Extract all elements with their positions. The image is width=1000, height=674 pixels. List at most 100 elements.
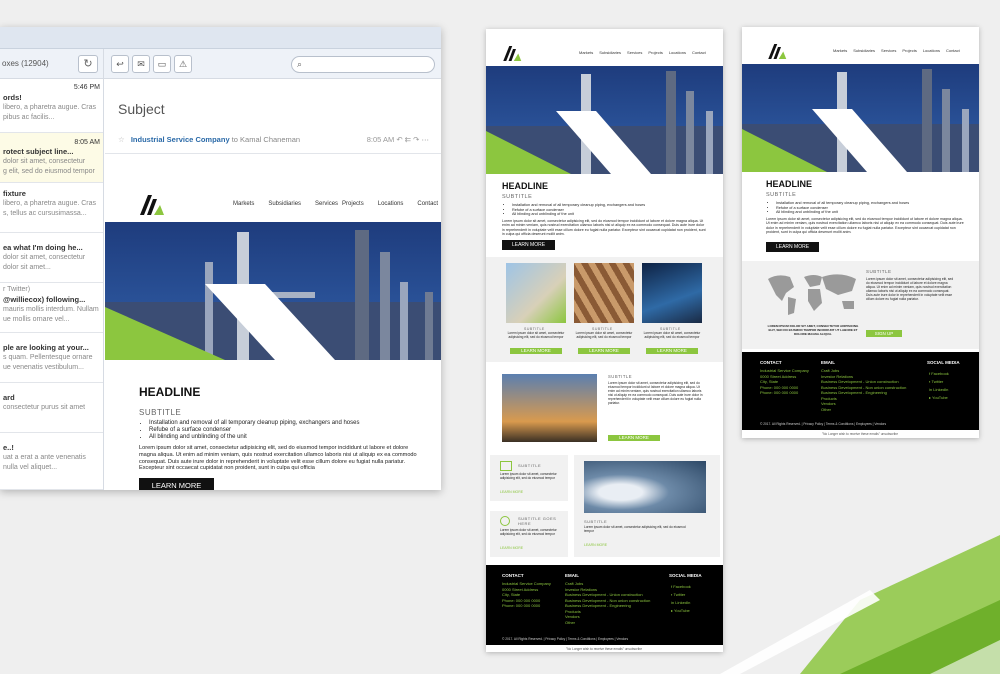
nav-contact[interactable]: Contact <box>692 50 706 55</box>
forward-icon[interactable]: ↷ <box>413 135 419 144</box>
nav-subsidiaries[interactable]: Subsidiaries <box>599 50 621 55</box>
refresh-button[interactable]: ↻ <box>78 55 98 73</box>
footer-email-link[interactable]: Other <box>565 620 665 626</box>
inbox-header: oxes (12904) ↻ <box>0 49 104 79</box>
list-item-selected[interactable]: 8:05 AM rotect subject line... dolor sit… <box>0 133 103 183</box>
more-icon[interactable]: ⋯ <box>422 135 430 144</box>
unsubscribe-link[interactable]: "No Longer wish to receive these emails"… <box>566 647 642 651</box>
nav-services[interactable]: Services <box>881 48 896 53</box>
message-subject: ords! <box>3 93 22 102</box>
nav-locations[interactable]: Locations <box>923 48 940 53</box>
message-subject: fixture <box>3 189 26 198</box>
message-preview: libero, a pharetra augue. Cras <box>3 104 96 111</box>
message-preview: s quam. Pellentesque ornare <box>3 354 93 361</box>
nav-markets[interactable]: Markets <box>833 48 847 53</box>
linkedin-label: LinkedIn <box>675 600 691 605</box>
sign-up-button[interactable]: SIGN UP <box>866 330 902 337</box>
nav-projects[interactable]: Projects <box>648 50 662 55</box>
nav-contact[interactable]: Contact <box>417 201 438 207</box>
reply-all-icon[interactable]: ⇇ <box>405 135 411 144</box>
list-item[interactable]: 5:46 PM ords! libero, a pharetra augue. … <box>0 83 103 133</box>
linkedin-label: LinkedIn <box>933 387 949 392</box>
search-icon: ⌕ <box>297 59 303 69</box>
archive-button[interactable]: ✉ <box>132 55 150 73</box>
tank-card: SUBTITLE Lorem ipsum dolor sit amet, con… <box>574 455 720 557</box>
facebook-link[interactable]: f Facebook <box>671 583 721 591</box>
small-card: SUBTITLE Lorem ipsum dolor sit amet, con… <box>490 455 568 501</box>
unsubscribe-link[interactable]: "No Longer wish to receive these emails"… <box>822 432 898 436</box>
card-learn-more-link[interactable]: LEARN MORE <box>500 490 523 494</box>
sender-name[interactable]: Industrial Service Company <box>131 135 230 144</box>
map-text: Lorem ipsum dolor sit amet, consectetur … <box>866 277 954 301</box>
nav-projects[interactable]: Projects <box>342 201 364 207</box>
pipes-photo <box>574 263 634 323</box>
list-item[interactable]: e..! uat a erat a ante venenatis nulla v… <box>0 433 103 490</box>
person-icon <box>500 516 510 526</box>
list-item[interactable]: r Twitter) @williecox) following... maur… <box>0 283 103 333</box>
industrial-plant-illustration <box>105 230 441 360</box>
message-subject: ea what I'm doing he... <box>3 243 83 252</box>
footer-email-link[interactable]: Other <box>821 407 921 413</box>
feature-text: Lorem ipsum dolor sit amet, consectetur … <box>608 381 703 405</box>
nav-contact[interactable]: Contact <box>946 48 960 53</box>
reply-icon: ↩ <box>116 59 124 69</box>
company-logo <box>768 44 787 59</box>
youtube-link[interactable]: ▸ YouTube <box>671 607 721 615</box>
youtube-link[interactable]: ▸ YouTube <box>929 394 977 402</box>
message-pane: Subject ☆ Industrial Service Company to … <box>105 79 441 490</box>
message-subject: ple are looking at your... <box>3 343 89 352</box>
search-input[interactable]: ⌕ <box>291 56 435 73</box>
learn-more-button[interactable]: LEARN MORE <box>766 242 819 252</box>
nav-markets[interactable]: Markets <box>233 201 254 207</box>
twitter-link[interactable]: ▪ Twitter <box>929 378 977 386</box>
list-item[interactable]: ea what I'm doing he... dolor sit amet, … <box>0 233 103 283</box>
card-learn-more-link[interactable]: LEARN MORE <box>500 546 523 550</box>
footer-email-heading: EMAIL <box>565 573 579 578</box>
newsletter-footer: CONTACT EMAIL SOCIAL MEDIA Industrial Se… <box>486 565 723 645</box>
spam-button[interactable]: ⚠ <box>174 55 192 73</box>
company-logo <box>140 195 164 215</box>
newsletter-nav: Markets Subsidiaries Services Projects L… <box>233 201 438 207</box>
star-icon[interactable]: ☆ <box>118 135 125 144</box>
learn-more-button[interactable]: LEARN MORE <box>502 240 555 250</box>
newsletter-full-preview: Markets Subsidiaries Services Projects L… <box>486 29 723 652</box>
industrial-plant-illustration <box>742 69 979 172</box>
reply-icon[interactable]: ↶ <box>396 135 402 144</box>
nav-locations[interactable]: Locations <box>378 201 404 207</box>
facebook-label: Facebook <box>673 584 691 589</box>
newsletter-footer: CONTACT EMAIL SOCIAL MEDIA Industrial Se… <box>742 352 979 430</box>
card-learn-more-link[interactable]: LEARN MORE <box>584 543 607 547</box>
linkedin-link[interactable]: in LinkedIn <box>929 386 977 394</box>
map-caption: LOREM IPSUM DOLOR SIT AMET, CONSECTETUR … <box>767 324 859 336</box>
reply-button[interactable]: ↩ <box>111 55 129 73</box>
card-text: Lorem ipsum dolor sit amet, consectetur … <box>575 331 633 339</box>
message-subject: rotect subject line... <box>3 147 74 156</box>
nav-subsidiaries[interactable]: Subsidiaries <box>853 48 875 53</box>
list-item[interactable]: ard consectetur purus sit amet <box>0 383 103 433</box>
linkedin-link[interactable]: in LinkedIn <box>671 599 721 607</box>
facebook-link[interactable]: f Facebook <box>929 370 977 378</box>
footer-email-list: Craft Jobs Investor Relations Business D… <box>821 368 921 412</box>
twitter-link[interactable]: ▪ Twitter <box>671 591 721 599</box>
feature-learn-more-button[interactable]: LEARN MORE <box>608 435 660 441</box>
nav-markets[interactable]: Markets <box>579 50 593 55</box>
footer-copyright: © 2017. All Rights Reserved. | Privacy P… <box>760 422 887 426</box>
nav-services[interactable]: Services <box>315 201 338 207</box>
list-item[interactable]: fixture libero, a pharetra augue. Cras s… <box>0 183 103 233</box>
bullet-list: Installation and removal of all temporar… <box>766 201 966 215</box>
learn-more-button[interactable]: LEARN MORE <box>139 478 214 490</box>
footer-social-list: f Facebook ▪ Twitter in LinkedIn ▸ YouTu… <box>929 370 977 402</box>
nav-locations[interactable]: Locations <box>669 50 686 55</box>
building-icon <box>500 461 512 471</box>
footer-contact-list: Industrial Service Company 0000 Street A… <box>760 368 820 396</box>
nav-projects[interactable]: Projects <box>902 48 916 53</box>
nav-subsidiaries[interactable]: Subsidiaries <box>268 201 301 207</box>
storage-tanks-photo <box>584 461 706 513</box>
card-learn-more-button[interactable]: LEARN MORE <box>646 348 698 354</box>
card-learn-more-button[interactable]: LEARN MORE <box>510 348 562 354</box>
delete-button[interactable]: ▭ <box>153 55 171 73</box>
list-item[interactable]: ple are looking at your... s quam. Pelle… <box>0 333 103 383</box>
nav-services[interactable]: Services <box>627 50 642 55</box>
card-learn-more-button[interactable]: LEARN MORE <box>578 348 630 354</box>
world-map-icon <box>768 274 856 315</box>
